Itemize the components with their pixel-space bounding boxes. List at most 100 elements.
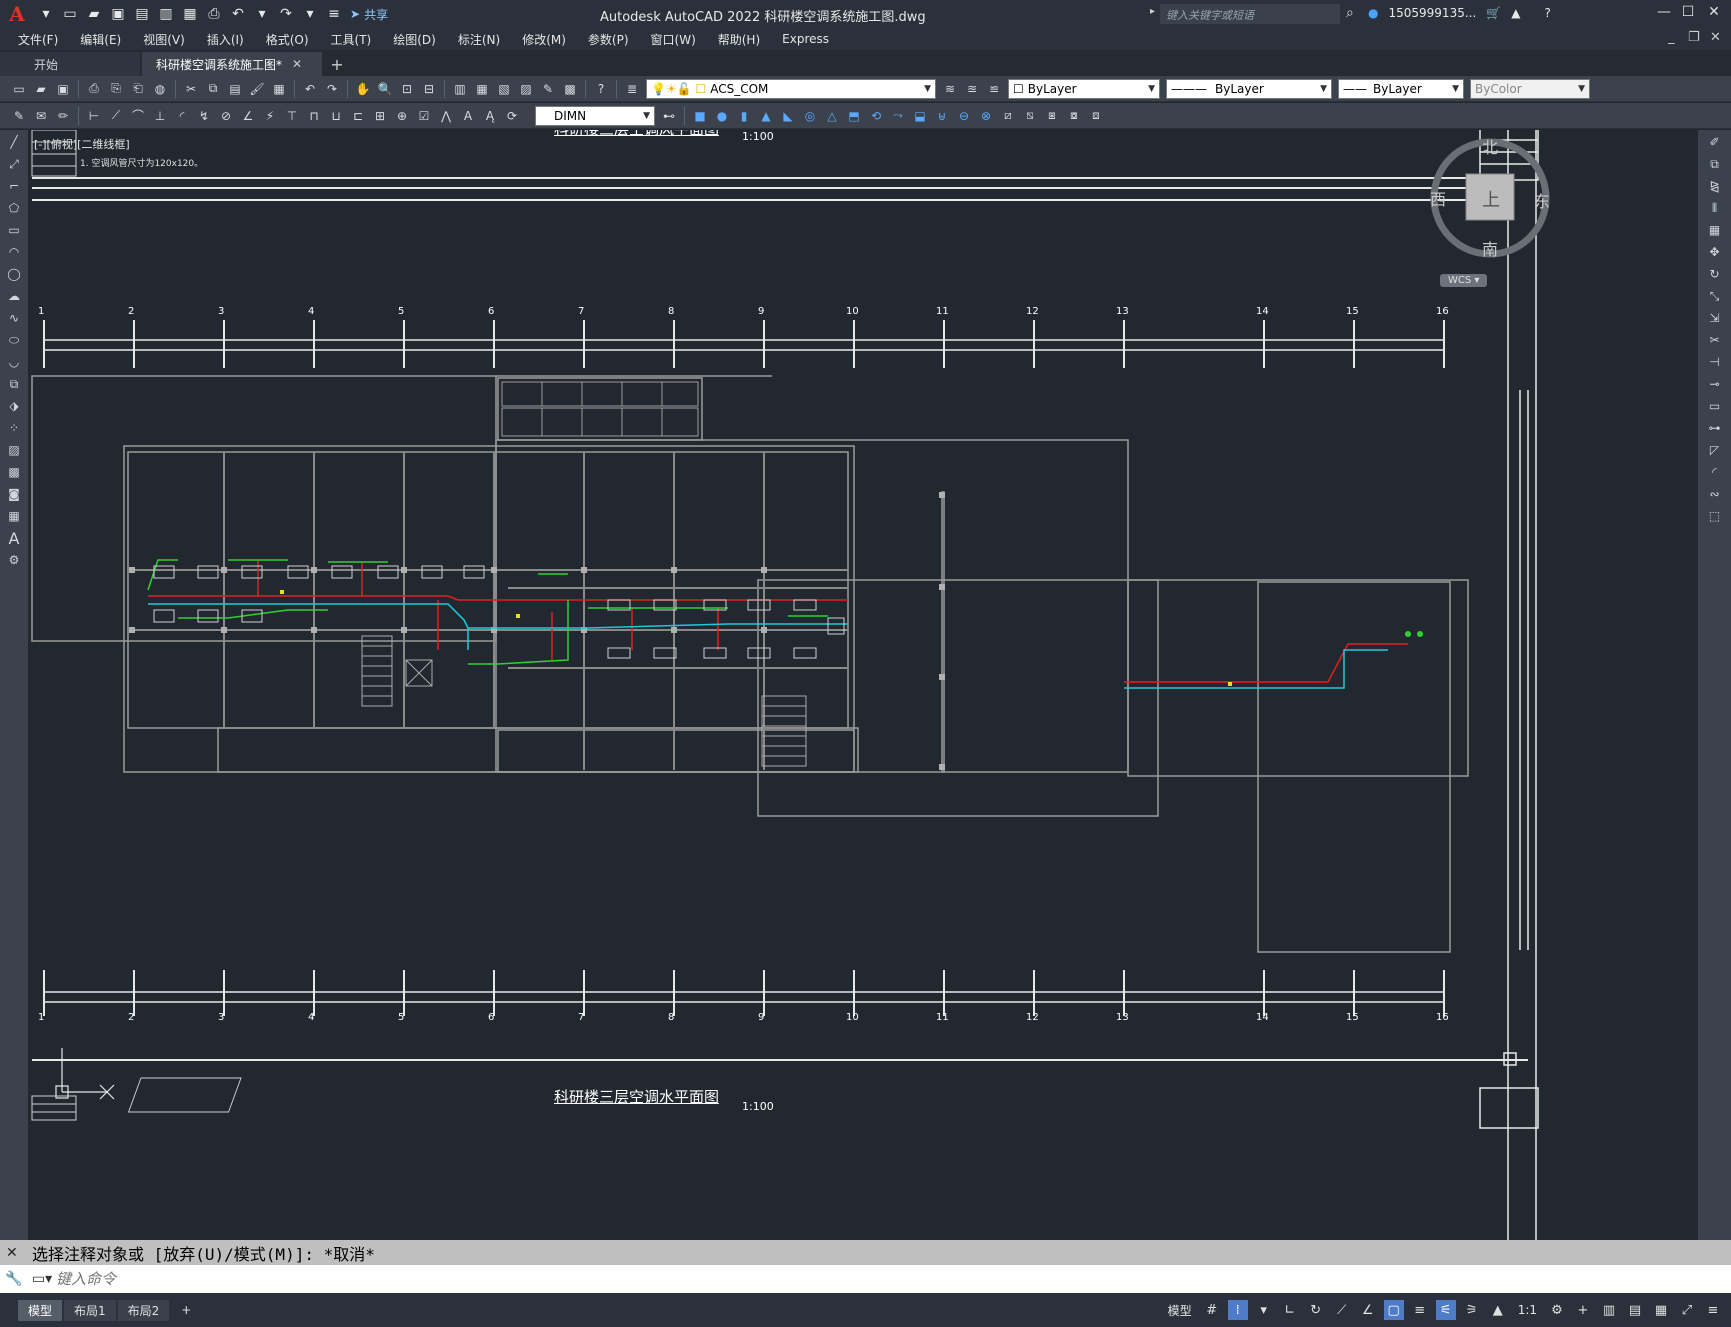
insert-block-icon[interactable]: ⧉	[4, 374, 24, 394]
rectangle-icon[interactable]: ▭	[4, 220, 24, 240]
section-plane-icon[interactable]: ⧅	[1021, 107, 1039, 125]
blend-curves-icon[interactable]: ∾	[1705, 484, 1725, 504]
menu-express[interactable]: Express	[782, 32, 829, 46]
mail-icon[interactable]: ✉	[32, 107, 50, 125]
save-web-icon[interactable]: ▦	[180, 4, 200, 24]
save-as-icon[interactable]: ▤	[132, 4, 152, 24]
user-name[interactable]: 1505999135...	[1388, 6, 1476, 20]
break-at-point-icon[interactable]: ⊸	[1705, 374, 1725, 394]
subtract-icon[interactable]: ⊖	[955, 107, 973, 125]
redo-icon[interactable]: ↷	[276, 4, 296, 24]
drawing-canvas[interactable]: [-][俯视][二维线框] 1. 空调风管尺寸为120x120。 科研楼三层空调…	[28, 130, 1698, 1240]
chamfer-icon[interactable]: ◸	[1705, 440, 1725, 460]
hardware-accel-icon[interactable]: ▦	[1651, 1300, 1671, 1320]
move-icon[interactable]: ✥	[1705, 242, 1725, 262]
menu-dimension[interactable]: 标注(N)	[458, 31, 500, 48]
annotation-visibility-icon[interactable]: ⚟	[1435, 1300, 1456, 1320]
ortho-icon[interactable]: ∟	[1280, 1300, 1300, 1320]
plot-preview-icon[interactable]: ⎘	[107, 80, 125, 98]
baseline-dim-icon[interactable]: ⊤	[283, 107, 301, 125]
publish-icon[interactable]: ⎗	[129, 80, 147, 98]
autocad-logo[interactable]: A	[0, 0, 34, 28]
save-icon[interactable]: ▣	[108, 4, 128, 24]
cone-icon[interactable]: ▲	[757, 107, 775, 125]
polyline-icon[interactable]: ⌐	[4, 176, 24, 196]
array-icon[interactable]: ▦	[1705, 220, 1725, 240]
stretch-icon[interactable]: ⇲	[1705, 308, 1725, 328]
dim-edit-icon[interactable]: A	[459, 107, 477, 125]
radius-dim-icon[interactable]: ◜	[173, 107, 191, 125]
mirror-icon[interactable]: ⧎	[1705, 176, 1725, 196]
gradient-icon[interactable]: ▩	[4, 462, 24, 482]
make-block-icon[interactable]: ⬗	[4, 396, 24, 416]
maximize-icon[interactable]: ☐	[1676, 4, 1700, 24]
layer-select[interactable]: 💡☀🔓 ☐ ACS_COM ▼	[646, 78, 936, 99]
menu-format[interactable]: 格式(O)	[266, 31, 309, 48]
design-center-icon[interactable]: ▦	[473, 80, 491, 98]
cart-icon[interactable]: 🛒	[1486, 6, 1501, 20]
trim-icon[interactable]: ✂	[1705, 330, 1725, 350]
doc-minimize-icon[interactable]: _	[1668, 30, 1675, 45]
polygon-icon[interactable]: ⬠	[4, 198, 24, 218]
break-icon[interactable]: ▭	[1705, 396, 1725, 416]
viewcube-top-face[interactable]: 上	[1482, 186, 1500, 212]
dim-break-icon[interactable]: ⊏	[349, 107, 367, 125]
command-input[interactable]	[56, 1267, 1731, 1291]
help-icon[interactable]: ?	[592, 80, 610, 98]
search-expand-icon[interactable]: ▸	[1150, 6, 1155, 17]
sheet-set-icon[interactable]: ▨	[517, 80, 535, 98]
revision-cloud-icon[interactable]: ☁	[4, 286, 24, 306]
layout-tab-model[interactable]: 模型	[18, 1299, 63, 1321]
line-icon[interactable]: ╱	[4, 132, 24, 152]
viewcube-east[interactable]: 东	[1534, 188, 1550, 212]
cut-icon[interactable]: ✂	[182, 80, 200, 98]
tab-close-icon[interactable]: ✕	[292, 57, 302, 71]
jogged-linear-icon[interactable]: ⋀	[437, 107, 455, 125]
properties-icon[interactable]: ▥	[451, 80, 469, 98]
command-close-icon[interactable]: ✕	[6, 1245, 18, 1261]
auto-scale-icon[interactable]: ⚞	[1462, 1300, 1482, 1320]
layer-states-icon[interactable]: ≌	[985, 80, 1003, 98]
fullscreen-icon[interactable]: ⤢	[1677, 1300, 1697, 1320]
materials-icon[interactable]: ⧈	[1087, 107, 1105, 125]
model-space-toggle[interactable]: 模型	[1164, 1302, 1196, 1319]
scale-icon[interactable]: ⤡	[1705, 286, 1725, 306]
copy-icon[interactable]: ⧉	[204, 80, 222, 98]
new-icon[interactable]: ▭	[10, 80, 28, 98]
plot-icon[interactable]: ⎙	[85, 80, 103, 98]
center-mark-icon[interactable]: ⊕	[393, 107, 411, 125]
dim-text-edit-icon[interactable]: Ą	[481, 107, 499, 125]
menu-help[interactable]: 帮助(H)	[718, 31, 760, 48]
new-tab-icon[interactable]: +	[324, 52, 350, 76]
menu-edit[interactable]: 编辑(E)	[80, 31, 121, 48]
menu-window[interactable]: 窗口(W)	[651, 31, 696, 48]
customize-icon[interactable]: ≡	[1703, 1300, 1723, 1320]
extend-icon[interactable]: ⊣	[1705, 352, 1725, 372]
construction-line-icon[interactable]: ⤢	[4, 154, 24, 174]
lineweight-icon[interactable]: ≡	[1410, 1300, 1430, 1320]
sphere-icon[interactable]: ●	[713, 107, 731, 125]
torus-icon[interactable]: ◎	[801, 107, 819, 125]
linetype-select[interactable]: ——— ByLayer ▼	[1166, 78, 1332, 99]
polar-icon[interactable]: ↻	[1306, 1300, 1326, 1320]
save-icon[interactable]: ▣	[54, 80, 72, 98]
undo-icon[interactable]: ↶	[228, 4, 248, 24]
open-web-icon[interactable]: ▥	[156, 4, 176, 24]
layout-tab-2[interactable]: 布局2	[117, 1299, 170, 1321]
explode-icon[interactable]: ⬚	[1705, 506, 1725, 526]
tab-drawing[interactable]: 科研楼空调系统施工图* ✕	[142, 52, 322, 76]
redo-dropdown-icon[interactable]: ▾	[300, 4, 320, 24]
share-button[interactable]: ➤ 共享	[350, 6, 388, 23]
autodesk-app-icon[interactable]: ▲	[1511, 6, 1520, 20]
lineweight-select[interactable]: —— ByLayer ▼	[1338, 78, 1464, 99]
isodraft-icon[interactable]: ⟋	[1332, 1300, 1352, 1320]
snap-icon[interactable]: ⁞	[1227, 1300, 1248, 1320]
diameter-dim-icon[interactable]: ⊘	[217, 107, 235, 125]
point-icon[interactable]: ⁘	[4, 418, 24, 438]
plotstyle-select[interactable]: ByColor ▼	[1470, 78, 1590, 99]
search-input[interactable]: 键入关键字或短语	[1160, 4, 1340, 24]
units-icon[interactable]: ▥	[1599, 1300, 1619, 1320]
annotation-monitor-icon[interactable]: +	[1573, 1300, 1593, 1320]
command-recent-icon[interactable]: ▭▾	[28, 1271, 56, 1287]
tab-start[interactable]: 开始	[0, 52, 140, 76]
